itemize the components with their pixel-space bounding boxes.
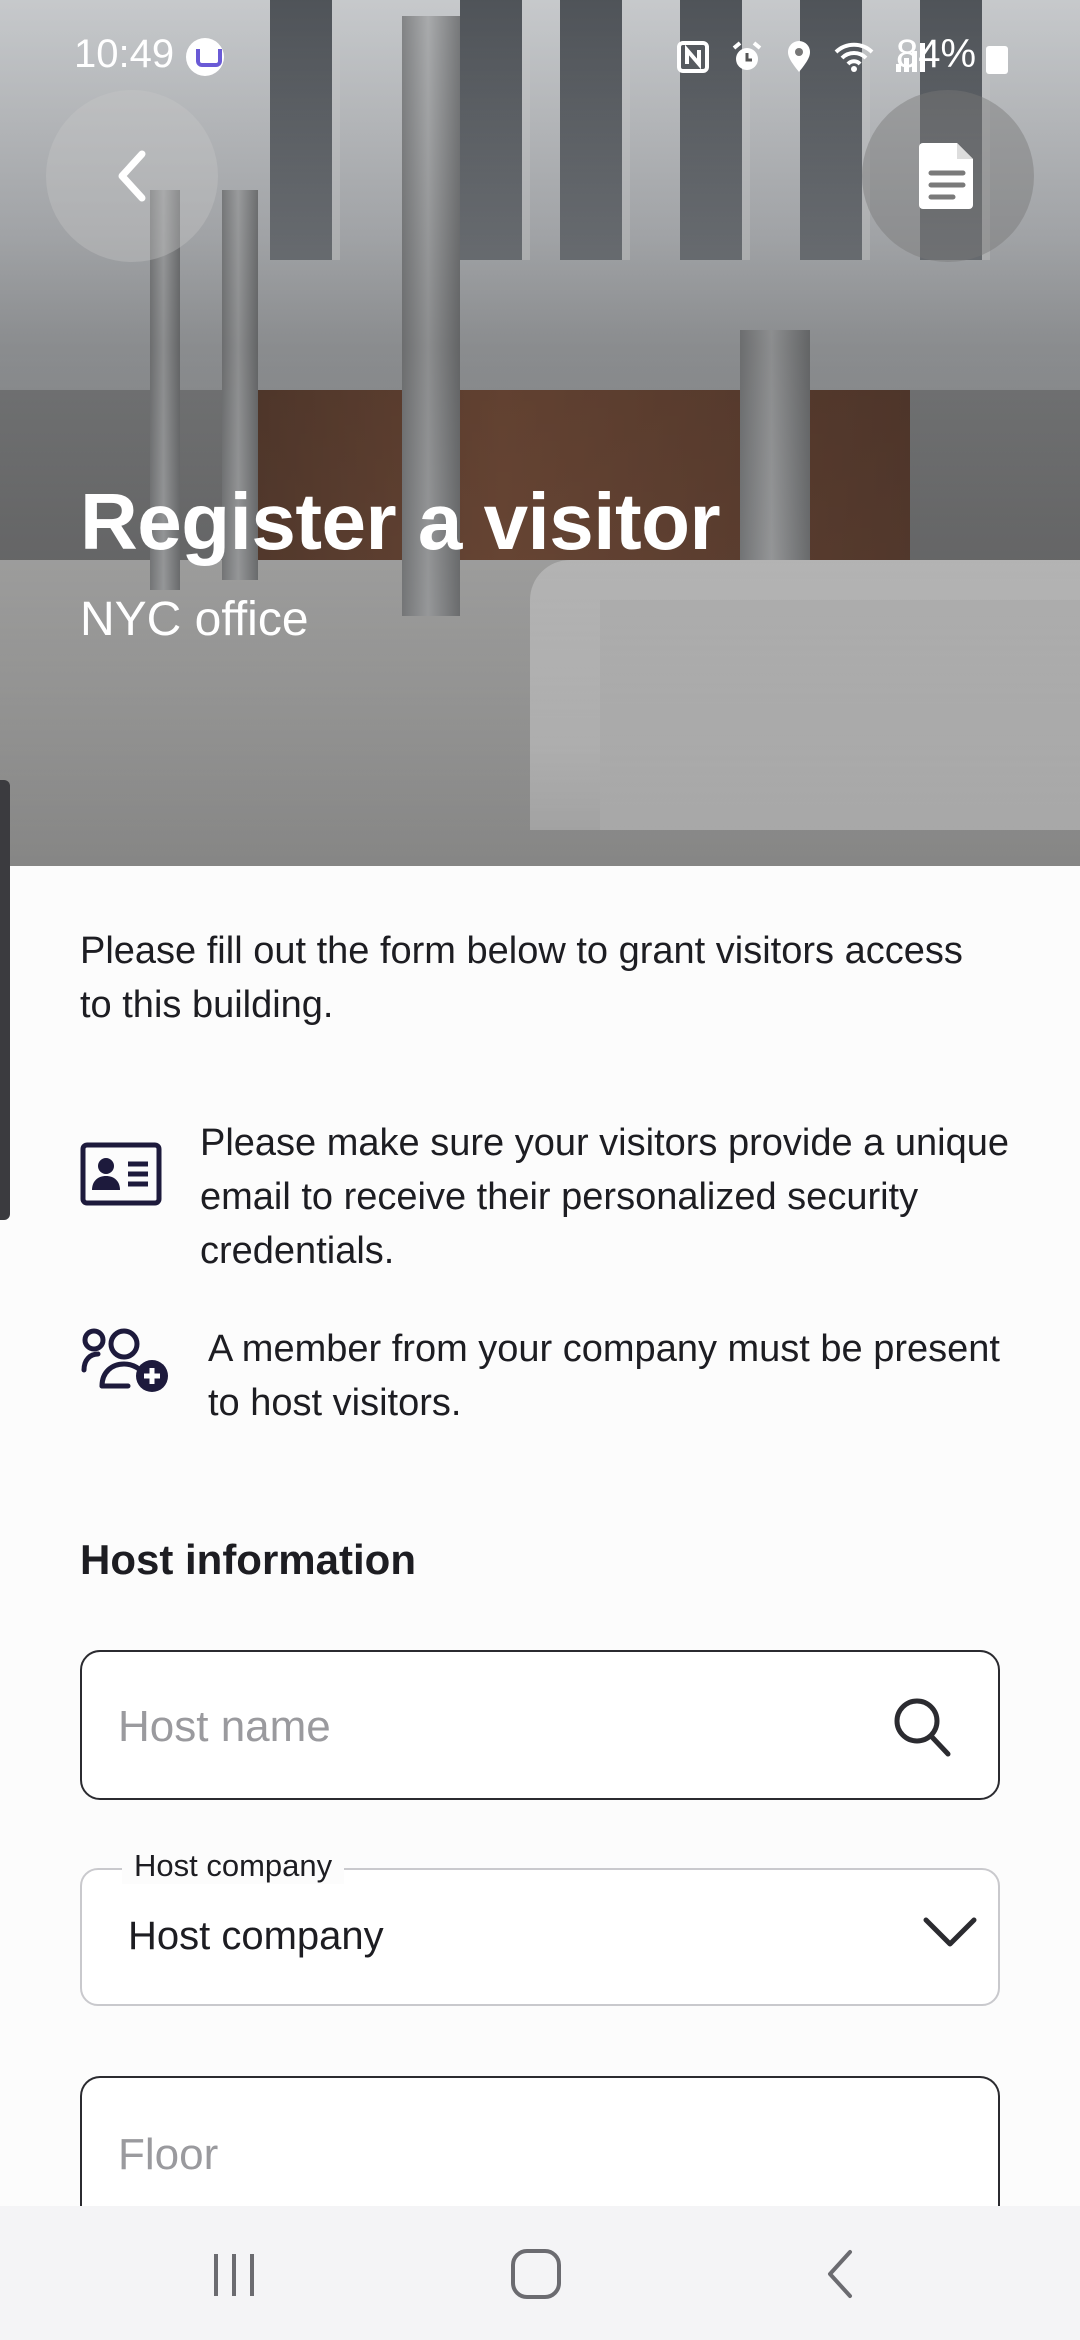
home-icon[interactable]: [508, 2244, 568, 2304]
info-row-email: Please make sure your visitors provide a…: [80, 1116, 1020, 1278]
host-name-placeholder: Host name: [118, 1702, 331, 1751]
floor-placeholder: Floor: [118, 2130, 219, 2179]
info-row-host: A member from your company must be prese…: [80, 1322, 1020, 1430]
id-card-icon: [80, 1116, 200, 1278]
location-icon: [787, 41, 810, 73]
battery-icon: [986, 46, 1008, 74]
host-name-input[interactable]: Host name: [80, 1650, 1000, 1800]
status-bar: 10:49 84%: [0, 0, 1080, 110]
host-company-select[interactable]: Host company Host company: [80, 1848, 1000, 2006]
recent-apps-icon[interactable]: [210, 2244, 258, 2304]
section-title: Host information: [80, 1536, 416, 1583]
page-title: Register a visitor: [80, 477, 721, 566]
info-text: A member from your company must be prese…: [208, 1328, 1000, 1424]
chevron-down-icon: [923, 1917, 977, 1947]
edge-panel-handle[interactable]: [0, 780, 10, 1220]
add-group-icon: [80, 1322, 208, 1430]
system-nav-bar: [0, 2206, 1080, 2340]
wifi-icon: [834, 43, 874, 73]
document-button[interactable]: [862, 90, 1034, 262]
form-content: Please fill out the form below to grant …: [0, 866, 1080, 2256]
info-text: Please make sure your visitors provide a…: [200, 1122, 1009, 1272]
host-company-value: Host company: [128, 1914, 384, 1958]
chevron-left-icon: [118, 150, 146, 202]
app-notification-icon: [186, 38, 224, 76]
intro-text: Please fill out the form below to grant …: [80, 930, 963, 1026]
page-subtitle: NYC office: [80, 593, 309, 646]
alarm-icon: [732, 41, 762, 71]
status-icons: [676, 34, 930, 76]
document-icon: [919, 143, 973, 209]
back-nav-icon[interactable]: [820, 2244, 860, 2304]
hero-banner: 10:49 84% Register a visitor NYC office: [0, 0, 1080, 866]
status-time: 10:49: [74, 32, 175, 76]
battery-percentage: 84%: [896, 32, 977, 76]
search-icon[interactable]: [892, 1696, 952, 1758]
host-company-label: Host company: [122, 1848, 345, 1884]
nfc-icon: [676, 41, 709, 74]
back-button[interactable]: [46, 90, 218, 262]
